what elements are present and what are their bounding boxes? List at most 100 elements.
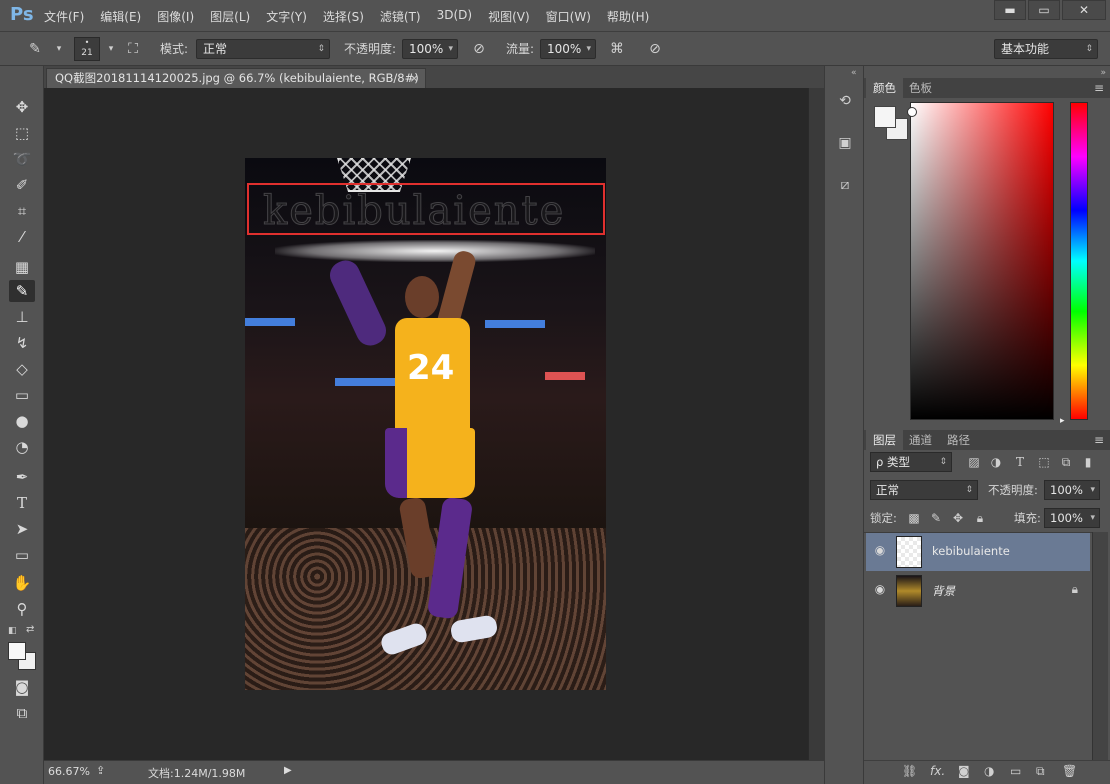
canvas-workspace[interactable]: 24 kebibulaiente [44,88,808,760]
workspace-select[interactable]: 基本功能 ⇕ [994,39,1098,59]
blur-tool-icon[interactable]: ● [9,410,35,432]
type-tool-icon[interactable]: T [9,492,35,514]
flow-input[interactable]: 100% ▾ [540,39,596,59]
rectangle-tool-icon[interactable]: ▭ [9,544,35,566]
document-tab[interactable]: QQ截图20181114120025.jpg @ 66.7% (kebibula… [46,68,426,103]
airbrush-icon[interactable]: ⌘ [606,38,628,60]
marquee-tool-icon[interactable]: ⬚ [9,122,35,144]
layers-scrollbar[interactable] [1092,532,1108,760]
menu-file[interactable]: 文件(F) [44,8,84,25]
document-image[interactable]: 24 kebibulaiente [245,158,606,690]
layer-style-icon[interactable]: fx. [930,764,945,778]
export-icon[interactable]: ⇪ [96,764,105,777]
adjustment-filter-icon[interactable]: ◑ [986,452,1006,472]
properties-panel-icon[interactable]: ▣ [834,132,856,154]
menu-help[interactable]: 帮助(H) [607,8,649,25]
lasso-tool-icon[interactable]: ➰ [9,148,35,170]
image-filter-icon[interactable]: ▨ [964,452,984,472]
layer-row[interactable]: ◉ 背景 🔒︎ [866,572,1090,610]
color-swatches[interactable] [8,642,36,670]
filter-toggle-icon[interactable]: ▮ [1078,452,1098,472]
tab-paths[interactable]: 路径 [940,430,977,450]
menu-view[interactable]: 视图(V) [488,8,530,25]
tab-swatches[interactable]: 色板 [902,78,939,98]
maximize-button[interactable]: ▭ [1028,0,1060,20]
lock-all-icon[interactable]: 🔒︎ [970,508,990,528]
close-tab-icon[interactable]: × [409,69,419,87]
lock-transparency-icon[interactable]: ▩ [904,508,924,528]
minimize-button[interactable]: ▬ [994,0,1026,20]
color-picker-field[interactable] [907,102,1054,420]
history-panel-icon[interactable]: ⟲ [834,90,856,112]
new-group-icon[interactable]: ▭ [1010,764,1021,778]
gradient-tool-icon[interactable]: ▭ [9,384,35,406]
link-layers-icon[interactable]: ⛓ [902,764,917,778]
menu-select[interactable]: 选择(S) [323,8,364,25]
menu-filter[interactable]: 滤镜(T) [380,8,421,25]
pen-tool-icon[interactable]: ✒ [9,466,35,488]
menu-3d[interactable]: 3D(D) [437,8,472,25]
hue-slider[interactable] [1070,102,1088,420]
menu-image[interactable]: 图像(I) [157,8,194,25]
color-panel-swatches[interactable] [874,106,908,140]
type-filter-icon[interactable]: T [1010,452,1030,472]
brush-panel-toggle-icon[interactable]: ⛶ [122,38,144,60]
layer-row[interactable]: ◉ kebibulaiente [866,533,1090,571]
foreground-color-swatch[interactable] [874,106,896,128]
path-selection-tool-icon[interactable]: ➤ [9,518,35,540]
quick-selection-tool-icon[interactable]: ✐ [9,174,35,196]
menu-edit[interactable]: 编辑(E) [100,8,141,25]
menu-type[interactable]: 文字(Y) [266,8,307,25]
zoom-level[interactable]: 66.67% [48,765,90,778]
brush-size-picker[interactable]: • 21 [74,37,100,61]
menu-layer[interactable]: 图层(L) [210,8,250,25]
brush-tool-icon[interactable]: ✎ [9,280,35,302]
lock-pixels-icon[interactable]: ✎ [926,508,946,528]
screen-mode-icon[interactable]: ⧉ [9,702,35,724]
vertical-scrollbar[interactable] [808,88,824,760]
eye-icon[interactable]: ◉ [872,543,888,559]
new-layer-icon[interactable]: ⧉ [1036,764,1045,779]
layer-opacity-input[interactable]: 100% ▾ [1044,480,1100,500]
brush-size-dropdown-icon[interactable]: ▾ [100,38,122,60]
default-colors-icon[interactable]: ◧ [8,626,17,636]
tab-channels[interactable]: 通道 [902,430,939,450]
shape-filter-icon[interactable]: ⬚ [1034,452,1054,472]
pressure-size-icon[interactable]: ⊘ [644,38,666,60]
close-button[interactable]: ✕ [1062,0,1106,20]
status-menu-arrow-icon[interactable]: ▶ [284,765,292,776]
opacity-input[interactable]: 100% ▾ [402,39,458,59]
fill-input[interactable]: 100% ▾ [1044,508,1100,528]
menu-window[interactable]: 窗口(W) [546,8,591,25]
adjustments-panel-icon[interactable]: ⧄ [834,174,856,196]
tab-layers[interactable]: 图层 [866,430,903,450]
move-tool-icon[interactable]: ✥ [9,96,35,118]
crop-tool-icon[interactable]: ⌗ [9,200,35,222]
dodge-tool-icon[interactable]: ◔ [9,436,35,458]
eraser-tool-icon[interactable]: ◇ [9,358,35,380]
brush-tool-preset-icon[interactable]: ✎ [24,38,46,60]
color-picker-cursor[interactable] [907,107,917,117]
add-mask-icon[interactable]: ◙ [958,764,970,778]
swap-colors-icon[interactable]: ⇄ [26,624,34,635]
panel-menu-icon[interactable]: ≡ [1094,78,1104,98]
zoom-tool-icon[interactable]: ⚲ [9,598,35,620]
collapse-dock-icon[interactable]: « [851,68,857,78]
healing-brush-tool-icon[interactable]: ▦ [9,256,35,278]
delete-layer-icon[interactable]: 🗑︎ [1062,764,1077,778]
mode-select[interactable]: 正常 ⇕ [196,39,330,59]
foreground-color-swatch[interactable] [8,642,26,660]
expand-dock-icon[interactable]: » [1100,68,1106,78]
smart-object-filter-icon[interactable]: ⧉ [1056,452,1076,472]
quick-mask-icon[interactable]: ◙ [9,676,35,698]
tab-color[interactable]: 颜色 [866,78,903,98]
pressure-opacity-icon[interactable]: ⊘ [468,38,490,60]
adjustment-layer-icon[interactable]: ◑ [984,764,994,778]
lock-position-icon[interactable]: ✥ [948,508,968,528]
layer-filter-select[interactable]: ρ 类型 ⇕ [870,452,952,472]
eyedropper-tool-icon[interactable]: ⁄ [9,226,35,248]
eye-icon[interactable]: ◉ [872,582,888,598]
hand-tool-icon[interactable]: ✋ [9,572,35,594]
clone-stamp-tool-icon[interactable]: ⊥ [9,306,35,328]
history-brush-tool-icon[interactable]: ↯ [9,332,35,354]
